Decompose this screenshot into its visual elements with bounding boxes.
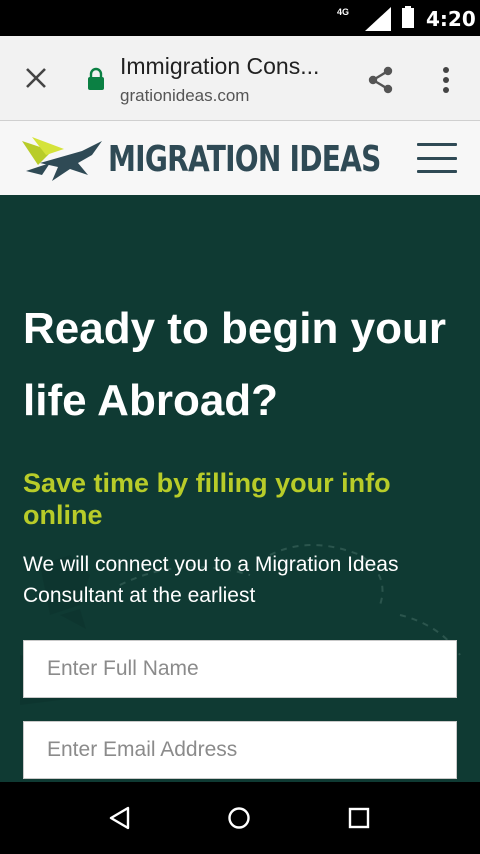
back-triangle-icon xyxy=(109,806,130,830)
hero-subheading: Save time by filling your info online xyxy=(23,468,391,530)
hamburger-line xyxy=(417,156,457,160)
clock-time: 4:20 xyxy=(426,7,476,31)
system-nav-bar xyxy=(0,782,480,854)
network-type-label: 4G xyxy=(337,7,350,17)
share-icon xyxy=(368,66,393,94)
email-input[interactable] xyxy=(23,721,457,779)
hero-heading: Ready to begin your life Abroad? xyxy=(23,304,446,425)
logo-bird-icon[interactable] xyxy=(22,133,104,183)
recents-square-icon xyxy=(348,807,370,829)
hamburger-line xyxy=(417,143,457,146)
more-vert-icon xyxy=(443,67,449,93)
site-header: MIGRATION IDEAS xyxy=(0,121,480,195)
back-button[interactable] xyxy=(100,798,140,838)
home-circle-icon xyxy=(228,807,250,829)
close-icon xyxy=(26,68,46,88)
url-text[interactable]: grationideas.com xyxy=(120,86,249,106)
close-tab-button[interactable] xyxy=(18,60,54,96)
status-bar: 4G 4:20 xyxy=(0,0,480,36)
recents-button[interactable] xyxy=(339,798,379,838)
logo-text[interactable]: MIGRATION IDEAS xyxy=(108,139,381,180)
hamburger-line xyxy=(417,170,457,173)
hero-section: Ready to begin your life Abroad? Save ti… xyxy=(0,195,480,782)
hero-description: We will connect you to a Migration Ideas… xyxy=(23,553,399,607)
page-title: Immigration Cons... xyxy=(120,53,320,79)
full-name-input[interactable] xyxy=(23,640,457,698)
browser-toolbar: Immigration Cons... grationideas.com xyxy=(0,36,480,121)
home-button[interactable] xyxy=(219,798,259,838)
share-button[interactable] xyxy=(360,60,400,100)
lock-icon xyxy=(88,67,104,90)
battery-icon xyxy=(402,6,414,28)
signal-icon xyxy=(365,7,391,31)
hamburger-menu-button[interactable] xyxy=(414,139,460,177)
browser-menu-button[interactable] xyxy=(428,60,464,100)
